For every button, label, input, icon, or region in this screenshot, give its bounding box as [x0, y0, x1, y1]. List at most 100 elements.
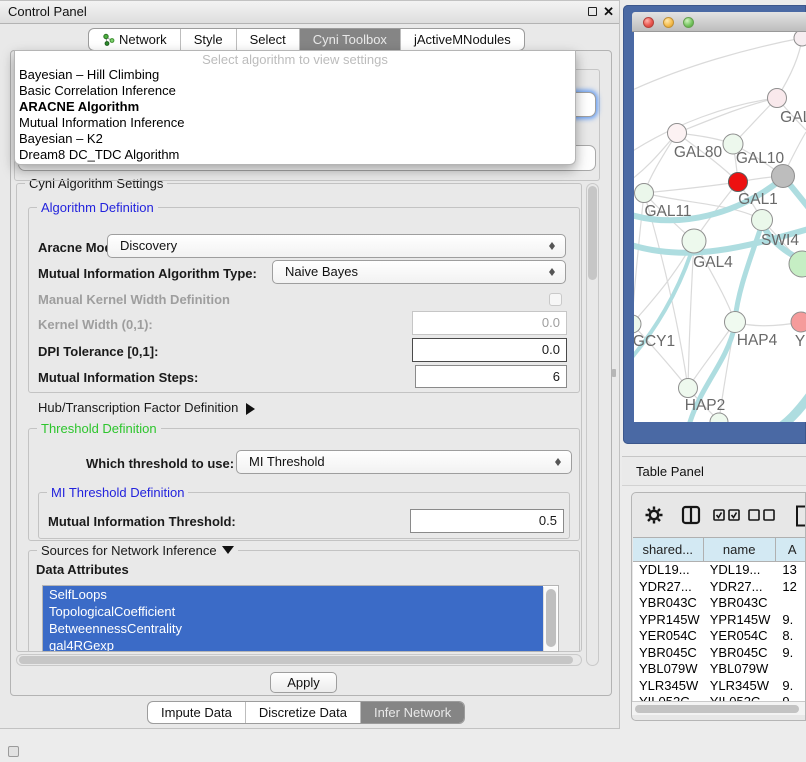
- network-node-hap4[interactable]: [725, 312, 746, 333]
- column-header[interactable]: A: [776, 538, 806, 561]
- close-icon[interactable]: ✕: [603, 4, 614, 20]
- list-vertical-scrollbar[interactable]: [543, 587, 557, 652]
- zoom-window-icon[interactable]: [683, 17, 694, 28]
- attribute-item-selected[interactable]: gal4RGexp: [43, 637, 543, 652]
- close-window-icon[interactable]: [643, 17, 654, 28]
- algorithm-dropdown-popup: Select algorithm to view settings Bayesi…: [14, 50, 576, 165]
- table-cell: 9.: [776, 645, 806, 662]
- deselect-all-columns-icon[interactable]: [747, 505, 777, 525]
- network-window-titlebar[interactable]: [632, 12, 806, 32]
- mi-type-label: Mutual Information Algorithm Type:: [38, 266, 257, 281]
- settings-vertical-scrollbar[interactable]: [586, 183, 599, 666]
- apply-button[interactable]: Apply: [270, 672, 337, 693]
- settings-vscroll-thumb[interactable]: [588, 186, 597, 280]
- attribute-item-selected[interactable]: TopologicalCoefficient: [43, 603, 543, 620]
- aracne-mode-value: Discovery: [120, 238, 177, 253]
- network-node-gal80[interactable]: [668, 124, 687, 143]
- dpi-tolerance-field[interactable]: 0.0: [412, 338, 567, 362]
- tab-impute-data[interactable]: Impute Data: [148, 702, 245, 723]
- node-label: GCY1: [634, 333, 675, 350]
- attribute-item-selected[interactable]: SelfLoops: [43, 586, 543, 603]
- table-cell: YPR145W: [633, 612, 704, 629]
- network-view-window[interactable]: GAL7GAL80GAL10GAL1GAL11SWI4GAL4GCY1HAP4Y…: [623, 5, 806, 444]
- table-cell: YDR27...: [633, 579, 704, 596]
- table-row[interactable]: YLR345WYLR345W9.: [633, 678, 806, 695]
- dropdown-item[interactable]: Mutual Information Inference: [15, 115, 575, 131]
- network-node-y[interactable]: [791, 312, 806, 332]
- mi-type-value: Naive Bayes: [285, 264, 358, 279]
- tab-select[interactable]: Select: [236, 29, 299, 50]
- mi-type-combobox[interactable]: Naive Bayes: [272, 260, 566, 284]
- combo-spinner-icon: [549, 239, 556, 253]
- table-row[interactable]: YER054CYER054C8.: [633, 628, 806, 645]
- table-cell: 9: [776, 694, 806, 701]
- network-node-gcy1[interactable]: [634, 315, 641, 333]
- network-canvas[interactable]: GAL7GAL80GAL10GAL1GAL11SWI4GAL4GCY1HAP4Y…: [634, 32, 806, 422]
- collapsed-arrow-icon[interactable]: [246, 403, 261, 415]
- manual-kernel-label: Manual Kernel Width Definition: [38, 292, 230, 307]
- node-label: GAL10: [736, 150, 785, 167]
- network-node-swi4[interactable]: [752, 210, 773, 231]
- table-cell: YDR27...: [704, 579, 777, 596]
- new-table-icon[interactable]: [795, 505, 806, 527]
- node-label: HAP2: [685, 397, 726, 414]
- column-header[interactable]: name: [704, 538, 776, 561]
- select-all-columns-icon[interactable]: [712, 505, 742, 525]
- tab-style[interactable]: Style: [180, 29, 236, 50]
- column-header[interactable]: shared...: [633, 538, 704, 561]
- table-row[interactable]: YBL079WYBL079W: [633, 661, 806, 678]
- table-body: YDL19...YDL19...13YDR27...YDR27...12YBR0…: [633, 562, 806, 701]
- settings-hscroll-thumb[interactable]: [19, 656, 573, 664]
- network-node-hap2[interactable]: [679, 379, 698, 398]
- table-panel-titlebar[interactable]: Table Panel: [622, 456, 806, 486]
- which-threshold-combobox[interactable]: MI Threshold: [236, 450, 572, 474]
- table-cell: YER054C: [633, 628, 704, 645]
- sources-group-title[interactable]: Sources for Network Inference: [37, 543, 238, 560]
- float-window-icon[interactable]: [588, 7, 597, 16]
- tab-discretize-data[interactable]: Discretize Data: [245, 702, 360, 723]
- attribute-item-selected[interactable]: BetweennessCentrality: [43, 620, 543, 637]
- list-scrollbar-thumb[interactable]: [546, 589, 556, 647]
- table-row[interactable]: YDR27...YDR27...12: [633, 579, 806, 596]
- dropdown-item[interactable]: ARACNE Algorithm: [15, 99, 575, 115]
- mi-threshold-group-title: MI Threshold Definition: [47, 485, 188, 500]
- dropdown-item[interactable]: Bayesian – Hill Climbing: [15, 67, 575, 83]
- minimize-window-icon[interactable]: [663, 17, 674, 28]
- network-node-gal4[interactable]: [682, 229, 706, 253]
- table-horizontal-scrollbar[interactable]: [632, 701, 806, 715]
- mi-threshold-field[interactable]: 0.5: [410, 509, 564, 533]
- data-tools-tabs: Impute DataDiscretize DataInfer Network: [147, 701, 465, 724]
- split-columns-icon[interactable]: [681, 505, 701, 525]
- table-row[interactable]: YIL052CYIL052C9: [633, 694, 806, 701]
- table-row[interactable]: YBR045CYBR045C9.: [633, 645, 806, 662]
- mi-steps-field[interactable]: 6: [415, 365, 567, 388]
- network-node-gal11[interactable]: [635, 184, 654, 203]
- manual-kernel-checkbox[interactable]: [549, 293, 562, 306]
- table-row[interactable]: YPR145WYPR145W9.: [633, 612, 806, 629]
- dropdown-item[interactable]: Basic Correlation Inference: [15, 83, 575, 99]
- network-node-gal7[interactable]: [768, 89, 787, 108]
- network-node[interactable]: [794, 32, 806, 46]
- control-panel-titlebar[interactable]: Control Panel ✕: [0, 1, 619, 24]
- dropdown-item[interactable]: Dream8 DC_TDC Algorithm: [15, 147, 575, 163]
- network-graph: GAL7GAL80GAL10GAL1GAL11SWI4GAL4GCY1HAP4Y…: [634, 32, 806, 422]
- expanded-arrow-icon[interactable]: [222, 546, 234, 560]
- tab-infer-network[interactable]: Infer Network: [360, 702, 464, 723]
- tab-cyni-toolbox[interactable]: Cyni Toolbox: [299, 29, 400, 50]
- table-hscroll-thumb[interactable]: [635, 705, 799, 713]
- gear-icon[interactable]: [644, 505, 664, 525]
- kernel-width-field[interactable]: 0.0: [412, 311, 567, 335]
- collapsed-panel-icon[interactable]: [8, 746, 19, 757]
- dropdown-item[interactable]: Bayesian – K2: [15, 131, 575, 147]
- aracne-mode-combobox[interactable]: Discovery: [107, 234, 566, 258]
- table-cell: YIL052C: [633, 694, 704, 701]
- table-row[interactable]: YDL19...YDL19...13: [633, 562, 806, 579]
- table-row[interactable]: YBR043CYBR043C: [633, 595, 806, 612]
- tab-jactivemnodules[interactable]: jActiveMNodules: [400, 29, 524, 50]
- network-node-gal1[interactable]: [729, 173, 748, 192]
- hub-definition-expander[interactable]: Hub/Transcription Factor Definition: [38, 400, 261, 415]
- splitter-handle[interactable]: [612, 369, 616, 377]
- network-node[interactable]: [772, 165, 795, 188]
- settings-horizontal-scrollbar[interactable]: [16, 654, 582, 666]
- tab-network[interactable]: Network: [89, 29, 180, 50]
